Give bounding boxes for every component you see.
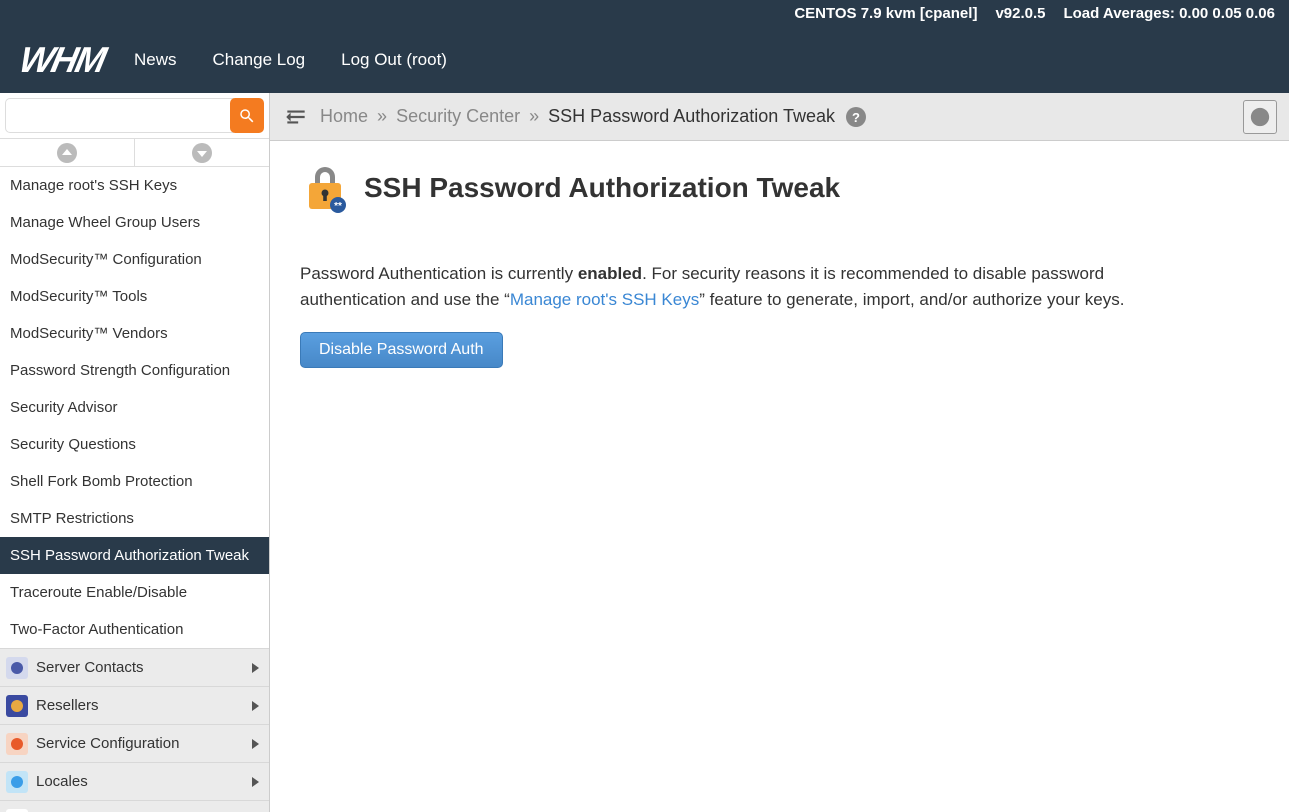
svg-text:**: ** xyxy=(334,201,342,212)
chevron-down-icon xyxy=(192,143,212,163)
sidebar-item[interactable]: Manage root's SSH Keys xyxy=(0,167,269,204)
nav-changelog[interactable]: Change Log xyxy=(212,50,305,70)
description-text: Password Authentication is currently ena… xyxy=(300,261,1180,312)
version-info: v92.0.5 xyxy=(995,5,1045,22)
group-icon xyxy=(6,695,28,717)
nav-bar: WHM News Change Log Log Out (root) xyxy=(0,26,1289,93)
breadcrumb: Home » Security Center » SSH Password Au… xyxy=(320,106,1243,128)
sidebar-item[interactable]: ModSecurity™ Vendors xyxy=(0,315,269,352)
scroll-up-button[interactable] xyxy=(0,139,135,166)
page-title-row: ** SSH Password Authorization Tweak xyxy=(300,163,1259,213)
sidebar-item[interactable]: ModSecurity™ Tools xyxy=(0,278,269,315)
desc-pre: Password Authentication is currently xyxy=(300,264,578,283)
menu-toggle-button[interactable] xyxy=(282,103,310,131)
sidebar-item[interactable]: Security Questions xyxy=(0,426,269,463)
disable-password-auth-button[interactable]: Disable Password Auth xyxy=(300,332,503,368)
sidebar-group[interactable]: Locales xyxy=(0,762,269,800)
status-bar: CENTOS 7.9 kvm [cpanel] v92.0.5 Load Ave… xyxy=(0,0,1289,26)
breadcrumb-sep: » xyxy=(377,106,387,126)
chevron-right-icon xyxy=(252,701,259,711)
search-input[interactable] xyxy=(5,98,234,133)
sidebar-item[interactable]: Shell Fork Bomb Protection xyxy=(0,463,269,500)
group-icon xyxy=(6,771,28,793)
breadcrumb-bar: Home » Security Center » SSH Password Au… xyxy=(270,93,1289,141)
breadcrumb-current: SSH Password Authorization Tweak xyxy=(548,106,835,126)
desc-link[interactable]: Manage root's SSH Keys xyxy=(510,290,699,309)
content-area: Home » Security Center » SSH Password Au… xyxy=(270,93,1289,812)
group-icon xyxy=(6,733,28,755)
desc-status: enabled xyxy=(578,264,642,283)
page-title: SSH Password Authorization Tweak xyxy=(364,172,840,204)
search-wrap xyxy=(0,93,269,139)
nav-logout[interactable]: Log Out (root) xyxy=(341,50,447,70)
sidebar-items: Manage root's SSH KeysManage Wheel Group… xyxy=(0,167,269,812)
sidebar-item[interactable]: Security Advisor xyxy=(0,389,269,426)
life-ring-icon xyxy=(1249,106,1271,128)
breadcrumb-security[interactable]: Security Center xyxy=(396,106,520,126)
sidebar-item[interactable]: Two-Factor Authentication xyxy=(0,611,269,648)
desc-post: ” feature to generate, import, and/or au… xyxy=(699,290,1124,309)
group-label: Resellers xyxy=(36,697,252,714)
main-content: ** SSH Password Authorization Tweak Pass… xyxy=(270,141,1289,390)
group-icon xyxy=(6,809,28,812)
load-info: Load Averages: 0.00 0.05 0.06 xyxy=(1063,5,1275,22)
support-button[interactable] xyxy=(1243,100,1277,134)
search-icon xyxy=(238,107,256,125)
sidebar-group[interactable]: Service Configuration xyxy=(0,724,269,762)
chevron-right-icon xyxy=(252,777,259,787)
sidebar-group[interactable]: Backup xyxy=(0,800,269,812)
sidebar-item[interactable]: SSH Password Authorization Tweak xyxy=(0,537,269,574)
scroll-down-button[interactable] xyxy=(135,139,269,166)
sidebar-group[interactable]: Resellers xyxy=(0,686,269,724)
search-button[interactable] xyxy=(230,98,264,133)
sidebar-group[interactable]: Server Contacts xyxy=(0,648,269,686)
collapse-controls xyxy=(0,139,269,167)
group-icon xyxy=(6,657,28,679)
nav-news[interactable]: News xyxy=(134,50,177,70)
os-info: CENTOS 7.9 kvm [cpanel] xyxy=(794,5,977,22)
sidebar-item[interactable]: Traceroute Enable/Disable xyxy=(0,574,269,611)
sidebar: Manage root's SSH KeysManage Wheel Group… xyxy=(0,93,270,812)
whm-logo[interactable]: WHM xyxy=(16,39,109,81)
menu-back-icon xyxy=(283,104,309,130)
chevron-right-icon xyxy=(252,739,259,749)
chevron-right-icon xyxy=(252,663,259,673)
sidebar-item[interactable]: ModSecurity™ Configuration xyxy=(0,241,269,278)
breadcrumb-sep: » xyxy=(529,106,539,126)
breadcrumb-home[interactable]: Home xyxy=(320,106,368,126)
lock-icon: ** xyxy=(300,163,350,213)
help-icon[interactable]: ? xyxy=(846,107,866,127)
sidebar-item[interactable]: Password Strength Configuration xyxy=(0,352,269,389)
group-label: Service Configuration xyxy=(36,735,252,752)
chevron-up-icon xyxy=(57,143,77,163)
group-label: Server Contacts xyxy=(36,659,252,676)
sidebar-item[interactable]: Manage Wheel Group Users xyxy=(0,204,269,241)
group-label: Locales xyxy=(36,773,252,790)
sidebar-item[interactable]: SMTP Restrictions xyxy=(0,500,269,537)
